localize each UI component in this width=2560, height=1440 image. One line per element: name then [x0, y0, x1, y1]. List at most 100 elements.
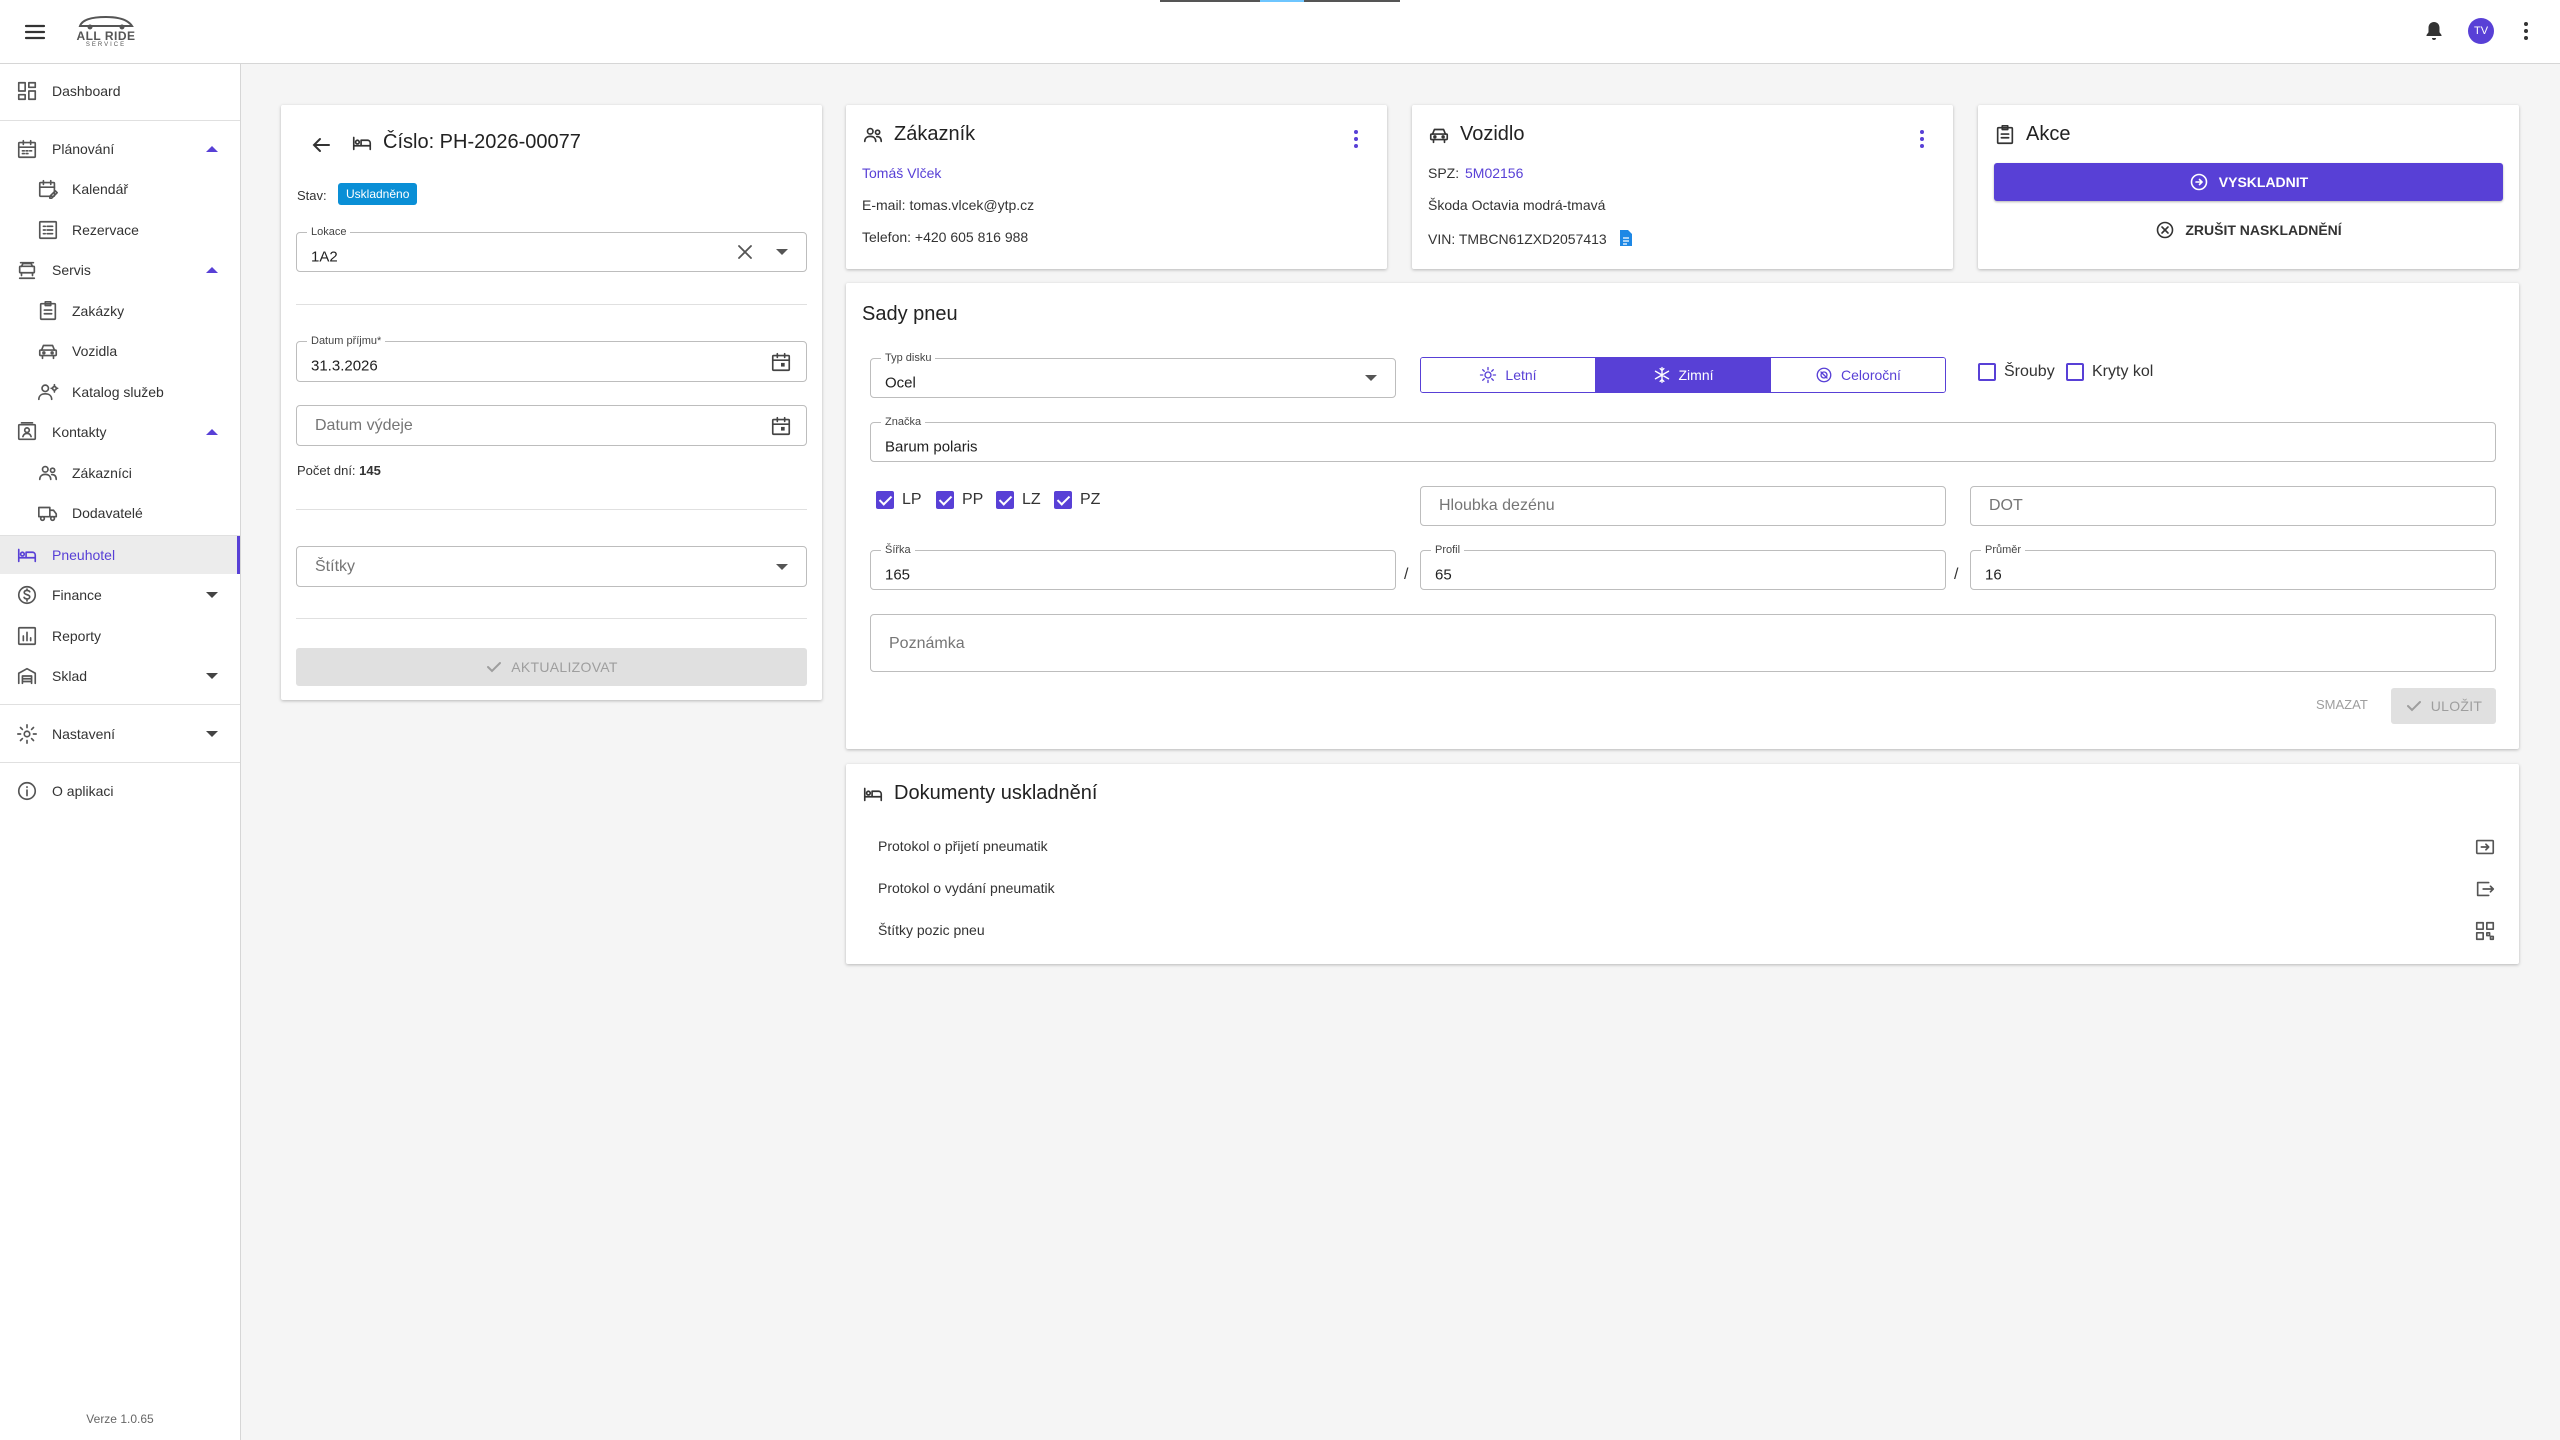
sidebar-item-planovani[interactable]: Plánování — [0, 130, 240, 168]
edit-calendar-icon — [38, 179, 58, 199]
note-placeholder: Poznámka — [889, 635, 965, 652]
vehicle-vin: VIN: TMBCN61ZXD2057413 — [1428, 231, 1607, 247]
brand-value: Barum polaris — [885, 438, 978, 456]
position-lz-checkbox[interactable]: LZ — [996, 491, 1041, 509]
document-label: Protokol o vydání pneumatik — [878, 880, 1055, 896]
date-in-label: Datum příjmu* — [307, 334, 386, 348]
user-avatar[interactable]: TV — [2468, 18, 2494, 44]
input-icon[interactable] — [2474, 836, 2496, 858]
hotel-bed-icon — [17, 548, 37, 563]
output-circle-icon — [2190, 173, 2208, 191]
dropdown-arrow-icon[interactable] — [776, 563, 788, 570]
position-pp-label: PP — [962, 491, 984, 508]
clear-icon[interactable] — [736, 243, 754, 261]
vehicle-more-vert-icon[interactable] — [1913, 127, 1931, 151]
tread-depth-placeholder: Hloubka dezénu — [1439, 497, 1555, 514]
sidebar-item-nastaveni[interactable]: Nastavení — [0, 715, 240, 753]
sidebar-item-label: Dodavatelé — [72, 505, 143, 521]
calendar-icon[interactable] — [770, 351, 792, 373]
sidebar-item-dashboard[interactable]: Dashboard — [0, 72, 240, 110]
sidebar-item-dodavatele[interactable]: Dodavatelé — [0, 494, 240, 532]
profile-input[interactable]: Profil 65 — [1420, 543, 1946, 590]
screws-checkbox[interactable]: Šrouby — [1978, 363, 2055, 381]
sidebar-item-label: Zákazníci — [72, 465, 132, 481]
date-in-field[interactable]: Datum příjmu* 31.3.2026 — [296, 334, 807, 382]
notifications-bell-icon[interactable] — [2422, 19, 2446, 43]
season-winter-toggle[interactable]: Zimní — [1595, 358, 1770, 392]
location-select[interactable]: Lokace 1A2 — [296, 225, 807, 272]
width-input[interactable]: Šířka 165 — [870, 543, 1396, 590]
update-button[interactable]: AKTUALIZOVAT — [296, 648, 807, 686]
position-pz-checkbox[interactable]: PZ — [1054, 491, 1100, 509]
save-button[interactable]: ULOŽIT — [2391, 688, 2496, 724]
sidebar-item-label: Pneuhotel — [52, 547, 116, 563]
sidebar-item-label: Kontakty — [52, 424, 107, 440]
position-pp-checkbox[interactable]: PP — [936, 491, 983, 509]
disk-type-select[interactable]: Typ disku Ocel — [870, 351, 1396, 398]
sidebar-item-vozidla[interactable]: Vozidla — [0, 332, 240, 370]
collapse-caret-icon — [206, 429, 218, 435]
sidebar-item-label: Sklad — [52, 668, 88, 684]
document-label: Štítky pozic pneu — [878, 922, 985, 938]
brand-input[interactable]: Značka Barum polaris — [870, 415, 2496, 462]
sidebar-item-o-aplikaci[interactable]: O aplikaci — [0, 772, 240, 810]
calendar-icon[interactable] — [770, 415, 792, 437]
app-version: Verze 1.0.65 — [86, 1412, 154, 1426]
document-icon[interactable] — [1618, 229, 1634, 247]
dot-input[interactable]: DOT — [1970, 486, 2496, 526]
note-textarea[interactable]: Poznámka — [870, 614, 2496, 672]
document-row[interactable]: Protokol o přijetí pneumatik — [846, 826, 2526, 868]
tags-select[interactable]: Štítky — [296, 546, 807, 587]
sidebar-item-rezervace[interactable]: Rezervace — [0, 211, 240, 249]
logo-text: ALL RIDE — [76, 29, 136, 43]
sidebar-item-reporty[interactable]: Reporty — [0, 617, 240, 655]
storage-detail-card: Číslo: PH-2026-00077 Stav: Uskladněno Lo… — [281, 105, 822, 700]
sidebar-item-label: Dashboard — [52, 83, 121, 99]
vehicle-title: Vozidlo — [1460, 123, 1525, 145]
delete-button[interactable]: SMAZAT — [2316, 697, 2368, 712]
vyskladnit-button[interactable]: VYSKLADNIT — [1994, 163, 2503, 201]
more-vert-icon[interactable] — [2516, 19, 2536, 43]
qr-code-icon[interactable] — [2474, 920, 2496, 942]
season-summer-toggle[interactable]: Letní — [1421, 358, 1595, 392]
sidebar-item-sklad[interactable]: Sklad — [0, 657, 240, 695]
date-out-field[interactable]: Datum výdeje — [296, 405, 807, 446]
document-row[interactable]: Protokol o vydání pneumatik — [846, 868, 2526, 910]
diameter-input[interactable]: Průměr 16 — [1970, 543, 2496, 590]
money-icon — [17, 585, 37, 605]
date-out-placeholder: Datum výdeje — [315, 416, 413, 434]
cancel-storage-button[interactable]: ZRUŠIT NASKLADNĚNÍ — [1994, 211, 2503, 249]
position-lp-checkbox[interactable]: LP — [876, 491, 922, 509]
sidebar-item-servis[interactable]: Servis — [0, 251, 240, 289]
season-winter-label: Zimní — [1678, 367, 1714, 383]
sidebar-item-zakazky[interactable]: Zakázky — [0, 292, 240, 330]
expand-caret-icon — [206, 731, 218, 737]
sidebar-item-zakaznici[interactable]: Zákazníci — [0, 454, 240, 492]
tread-depth-input[interactable]: Hloubka dezénu — [1420, 486, 1946, 526]
vehicle-spz-link[interactable]: 5M02156 — [1465, 165, 1523, 181]
status-badge: Uskladněno — [338, 183, 418, 205]
back-arrow-icon[interactable] — [309, 133, 333, 157]
days-value: 145 — [359, 463, 381, 478]
checkbox-box — [1978, 363, 1996, 381]
customer-more-vert-icon[interactable] — [1347, 127, 1365, 151]
season-allyear-toggle[interactable]: Celoroční — [1770, 358, 1945, 392]
output-icon[interactable] — [2474, 878, 2496, 900]
sidebar-item-pneuhotel[interactable]: Pneuhotel — [0, 536, 240, 574]
sidebar-item-kontakty[interactable]: Kontakty — [0, 413, 240, 451]
dropdown-arrow-icon[interactable] — [1365, 375, 1377, 381]
customer-name-link[interactable]: Tomáš Vlček — [862, 165, 941, 181]
sidebar-item-finance[interactable]: Finance — [0, 576, 240, 614]
truck-icon — [38, 506, 58, 522]
customer-title: Zákazník — [894, 123, 976, 145]
sidebar-item-kalendar[interactable]: Kalendář — [0, 170, 240, 208]
sidebar-item-katalog-sluzeb[interactable]: Katalog služeb — [0, 373, 240, 411]
wheel-covers-checkbox[interactable]: Kryty kol — [2066, 363, 2153, 381]
app-logo[interactable]: ALL RIDE SERVICE — [70, 12, 142, 52]
customer-card-title: Zákazník — [862, 123, 975, 146]
hamburger-menu-icon[interactable] — [22, 20, 48, 44]
dropdown-arrow-icon[interactable] — [776, 249, 788, 255]
sidebar-item-label: Rezervace — [72, 222, 139, 238]
days-label: Počet dní: — [297, 463, 356, 478]
document-row[interactable]: Štítky pozic pneu — [846, 910, 2526, 952]
